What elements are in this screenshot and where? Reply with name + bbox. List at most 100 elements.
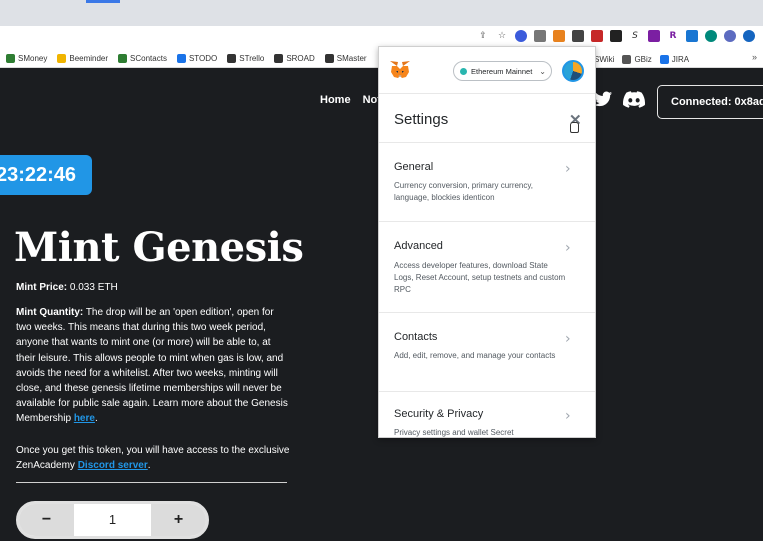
bookmark-favicon-icon — [274, 54, 284, 63]
description-end: . — [94, 413, 98, 425]
page-title: Mint Genesis — [14, 224, 304, 271]
mint-description: Mint Quantity: The drop will be an 'open… — [16, 305, 291, 427]
bookmarks-more-icon[interactable]: » — [752, 52, 757, 62]
account-avatar[interactable] — [562, 60, 584, 82]
bookmark-item[interactable]: SROAD — [274, 54, 315, 63]
bookmark-item[interactable]: SMaster — [324, 54, 367, 63]
network-selector[interactable]: Ethereum Mainnet ⌄ — [453, 61, 552, 81]
extension-icon[interactable]: S — [629, 30, 641, 42]
network-status-dot — [460, 67, 467, 75]
discord-server-link[interactable]: Discord server — [78, 460, 148, 471]
bookmark-label: SROAD — [286, 54, 315, 63]
settings-item-desc: Add, edit, remove, and manage your conta… — [394, 351, 556, 360]
extension-icon[interactable] — [648, 30, 660, 42]
bookmark-item[interactable]: JIRA — [659, 54, 690, 64]
settings-item-contacts[interactable]: Contacts Add, edit, remove, and manage y… — [379, 314, 595, 392]
divider — [16, 482, 287, 483]
profile-avatar-icon[interactable] — [743, 30, 755, 42]
nav-home-link[interactable]: Home — [320, 94, 351, 106]
bookmark-label: SWiki — [594, 54, 615, 64]
bookmark-label: STODO — [188, 54, 218, 63]
bookmark-favicon-icon — [118, 54, 128, 63]
settings-item-security-privacy[interactable]: Security & Privacy Privacy settings and … — [379, 393, 595, 437]
increment-button[interactable]: + — [151, 504, 206, 536]
quantity-label: Mint Quantity: — [16, 307, 84, 318]
quantity-value[interactable]: 1 — [74, 504, 151, 536]
access-end: . — [147, 460, 151, 472]
bookmark-label: SMoney — [18, 54, 48, 63]
bookmark-favicon-icon — [6, 54, 15, 63]
bookmark-label: SMaster — [336, 54, 367, 63]
bookmark-label: JIRA — [671, 54, 690, 64]
bookmark-favicon-icon — [324, 54, 334, 63]
extension-icon[interactable] — [705, 30, 717, 42]
metamask-popup: Ethereum Mainnet ⌄ Settings ✕ General Cu… — [378, 46, 596, 438]
bookmark-label: STrello — [239, 54, 265, 63]
extension-icon[interactable] — [724, 30, 736, 42]
star-icon[interactable]: ☆ — [496, 30, 508, 42]
bookmark-item[interactable]: STrello — [227, 54, 264, 63]
metamask-fox-icon[interactable] — [389, 60, 411, 80]
bookmark-item[interactable]: STODO — [176, 54, 218, 63]
membership-link[interactable]: here — [74, 413, 95, 424]
access-text: Once you get this token, you will have a… — [16, 445, 290, 472]
site-nav: Home Not — [320, 94, 381, 106]
bookmark-item[interactable]: SContacts — [118, 54, 167, 63]
mint-price: Mint Price: 0.033 ETH — [16, 282, 118, 293]
chevron-down-icon: ⌄ — [539, 66, 546, 76]
chevron-right-icon: › — [565, 161, 571, 177]
chevron-right-icon: › — [565, 331, 571, 347]
extension-icon[interactable] — [591, 30, 603, 42]
extension-icon[interactable] — [686, 30, 698, 42]
metamask-fox-icon[interactable] — [553, 30, 565, 42]
extension-toolbar: ⇪ ☆ S R — [477, 30, 755, 42]
share-icon[interactable]: ⇪ — [477, 30, 489, 42]
settings-item-desc: Currency conversion, primary currency, l… — [394, 181, 534, 202]
extension-icon[interactable] — [610, 30, 622, 42]
bookmark-item[interactable]: Beeminder — [57, 54, 108, 63]
settings-item-title: Contacts — [394, 331, 438, 343]
extension-icon[interactable] — [515, 30, 527, 42]
chevron-right-icon: › — [565, 240, 571, 256]
quantity-stepper: − 1 + — [16, 501, 209, 539]
timer-text: 23:22:46 — [0, 164, 77, 186]
settings-item-title: Security & Privacy — [394, 408, 484, 420]
decrement-button[interactable]: − — [19, 504, 74, 536]
bookmark-favicon-icon — [622, 54, 632, 64]
settings-item-advanced[interactable]: Advanced Access developer features, down… — [379, 223, 595, 313]
price-label: Mint Price: — [16, 282, 68, 293]
bookmark-favicon-icon — [659, 54, 669, 64]
bookmark-label: SContacts — [130, 54, 167, 63]
settings-item-general[interactable]: General Currency conversion, primary cur… — [379, 144, 595, 222]
hand-cursor-icon — [570, 122, 579, 133]
bookmark-label: Beeminder — [69, 54, 109, 63]
twitter-icon[interactable] — [594, 91, 612, 109]
settings-title: Settings — [394, 111, 449, 128]
countdown-timer: 23:22:46 — [0, 155, 92, 195]
access-note: Once you get this token, you will have a… — [16, 443, 301, 473]
bookmark-favicon-icon — [227, 54, 237, 63]
extension-icon[interactable]: R — [667, 30, 679, 42]
bookmarks-overflow-group: SWiki GBiz JIRA — [582, 50, 689, 68]
settings-item-desc: Access developer features, download Stat… — [394, 261, 566, 294]
extension-icon[interactable] — [572, 30, 584, 42]
chevron-right-icon: › — [565, 408, 571, 424]
settings-item-desc: Privacy settings and wallet Secret — [394, 428, 514, 437]
extension-icon[interactable] — [534, 30, 546, 42]
metamask-header: Ethereum Mainnet ⌄ — [379, 47, 595, 94]
bookmark-item[interactable]: GBiz — [622, 54, 652, 64]
connected-wallet-button[interactable]: Connected: 0x8ad5... — [657, 85, 763, 119]
bookmark-favicon-icon — [57, 54, 67, 63]
browser-tab-strip — [0, 0, 763, 26]
bookmark-favicon-icon — [176, 54, 186, 63]
active-tab-indicator[interactable] — [86, 0, 120, 3]
settings-item-title: Advanced — [394, 240, 443, 252]
bookmark-label: GBiz — [634, 54, 652, 64]
settings-header: Settings ✕ — [379, 95, 595, 143]
bookmark-item[interactable]: SMoney — [6, 54, 47, 63]
description-text: The drop will be an 'open edition', open… — [16, 307, 288, 425]
settings-item-title: General — [394, 161, 434, 173]
network-name: Ethereum Mainnet — [471, 66, 533, 76]
discord-icon[interactable] — [623, 91, 646, 109]
price-value: 0.033 ETH — [69, 282, 118, 293]
